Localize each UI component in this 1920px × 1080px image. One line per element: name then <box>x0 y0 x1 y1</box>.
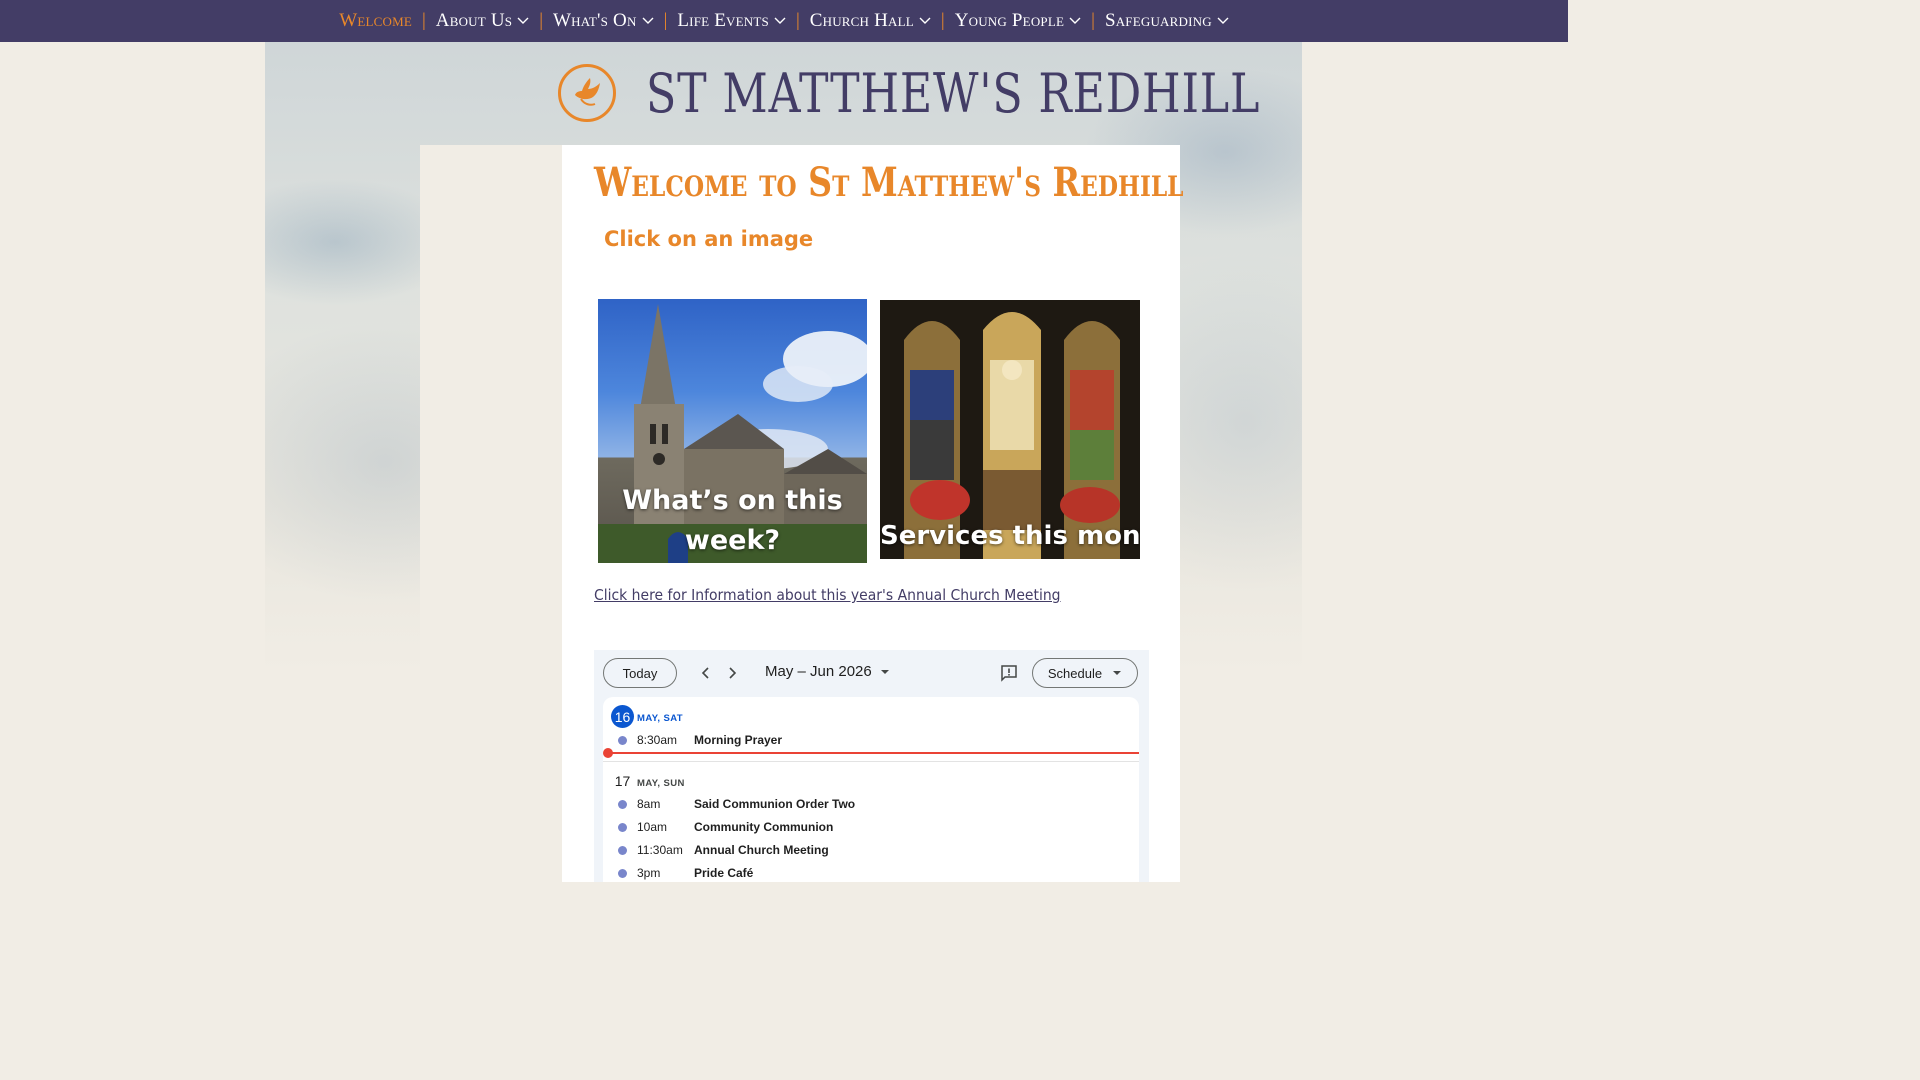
calendar-toolbar: Today May – Jun 2026 Schedule <box>594 650 1149 696</box>
event-time: 8:30am <box>637 733 678 747</box>
whats-on-this-week-tile[interactable]: What’s on this week? <box>598 299 867 563</box>
chevron-down-icon <box>1217 17 1229 24</box>
caret-down-icon <box>1113 671 1122 675</box>
current-time-dot <box>603 748 613 758</box>
schedule-list: 16 May, Sat 8:30am Morning Prayer 17 May… <box>603 697 1139 882</box>
nav-item-label: Life Events <box>677 10 769 31</box>
feedback-icon[interactable] <box>1000 664 1018 682</box>
event-time: 3pm <box>637 866 661 880</box>
nav-list: Welcome | About Us | What's On | Life Ev… <box>329 10 1239 32</box>
event-time: 10am <box>637 820 668 834</box>
event-time: 8am <box>637 797 661 811</box>
day-label: May, Sat <box>637 713 683 724</box>
nav-item-life-events[interactable]: Life Events <box>667 10 796 32</box>
chevron-right-icon[interactable] <box>722 663 742 683</box>
nav-item-safeguarding[interactable]: Safeguarding <box>1095 10 1239 32</box>
event-title: Pride Café <box>694 866 754 880</box>
chevron-down-icon <box>774 17 786 24</box>
day-label: May, Sun <box>637 778 685 789</box>
nav-item-label: Welcome <box>339 10 412 31</box>
chevron-down-icon <box>919 17 931 24</box>
main-content: Welcome to St Matthew's Redhill Click on… <box>562 145 1184 882</box>
event-row[interactable]: 8am Said Communion Order Two <box>603 793 1139 815</box>
nav-item-whats-on[interactable]: What's On <box>543 10 664 32</box>
nav-item-welcome[interactable]: Welcome <box>329 10 422 32</box>
caret-down-icon <box>880 669 889 674</box>
event-title: Annual Church Meeting <box>694 843 829 857</box>
site-brand[interactable]: ST MATTHEW'S REDHILL <box>558 58 1395 128</box>
chevron-down-icon <box>1069 17 1081 24</box>
event-row[interactable]: 3pm Pride Café <box>603 862 1139 882</box>
nav-item-young-people[interactable]: Young People <box>945 10 1091 32</box>
annual-church-meeting-link[interactable]: Click here for Information about this ye… <box>594 586 1061 604</box>
event-title: Morning Prayer <box>694 733 783 747</box>
nav-item-label: Safeguarding <box>1104 10 1212 31</box>
date-range-dropdown[interactable]: May – Jun 2026 <box>765 663 890 680</box>
event-row[interactable]: 10am Community Communion <box>603 816 1139 838</box>
nav-item-label: Young People <box>954 10 1065 31</box>
view-selector-label: Schedule <box>1047 665 1103 681</box>
event-title: Said Communion Order Two <box>694 797 856 811</box>
event-dot <box>618 822 627 832</box>
tile-caption: What’s on this week? <box>622 485 843 556</box>
view-selector-button[interactable]: Schedule <box>1032 658 1138 688</box>
nav-item-about-us[interactable]: About Us <box>426 10 539 32</box>
left-sidebar-panel <box>420 145 562 882</box>
calendar-widget: Today May – Jun 2026 Schedule 16 May, Sa… <box>594 650 1149 882</box>
chevron-down-icon <box>642 17 654 24</box>
event-title: Community Communion <box>694 820 834 834</box>
tile-caption: Services this month <box>880 521 1140 551</box>
top-navigation: Welcome | About Us | What's On | Life Ev… <box>0 0 1568 42</box>
divider <box>603 761 1139 762</box>
chevron-down-icon <box>517 17 529 24</box>
event-dot <box>618 735 627 745</box>
event-dot <box>618 845 627 855</box>
day-number-badge[interactable]: 16 <box>611 705 634 728</box>
services-this-month-tile[interactable]: Services this month <box>880 300 1140 559</box>
page-title: Welcome to St Matthew's Redhill <box>594 159 1184 206</box>
nav-item-label: Church Hall <box>809 10 914 31</box>
event-row[interactable]: 8:30am Morning Prayer <box>603 729 1139 751</box>
event-dot <box>618 868 627 878</box>
site-title: ST MATTHEW'S REDHILL <box>646 61 1261 125</box>
event-row[interactable]: 11:30am Annual Church Meeting <box>603 839 1139 861</box>
chevron-left-icon[interactable] <box>696 663 716 683</box>
nav-item-label: What's On <box>553 10 637 31</box>
nav-item-label: About Us <box>435 10 513 31</box>
sub-heading: Click on an image <box>604 227 814 251</box>
date-range-label: May – Jun 2026 <box>765 663 872 680</box>
day-number-badge[interactable]: 17 <box>611 769 634 792</box>
dove-icon <box>558 64 616 122</box>
today-button[interactable]: Today <box>603 658 677 688</box>
event-time: 11:30am <box>637 843 683 857</box>
nav-item-church-hall[interactable]: Church Hall <box>800 10 941 32</box>
current-time-indicator <box>603 748 1139 758</box>
event-dot <box>618 799 627 809</box>
